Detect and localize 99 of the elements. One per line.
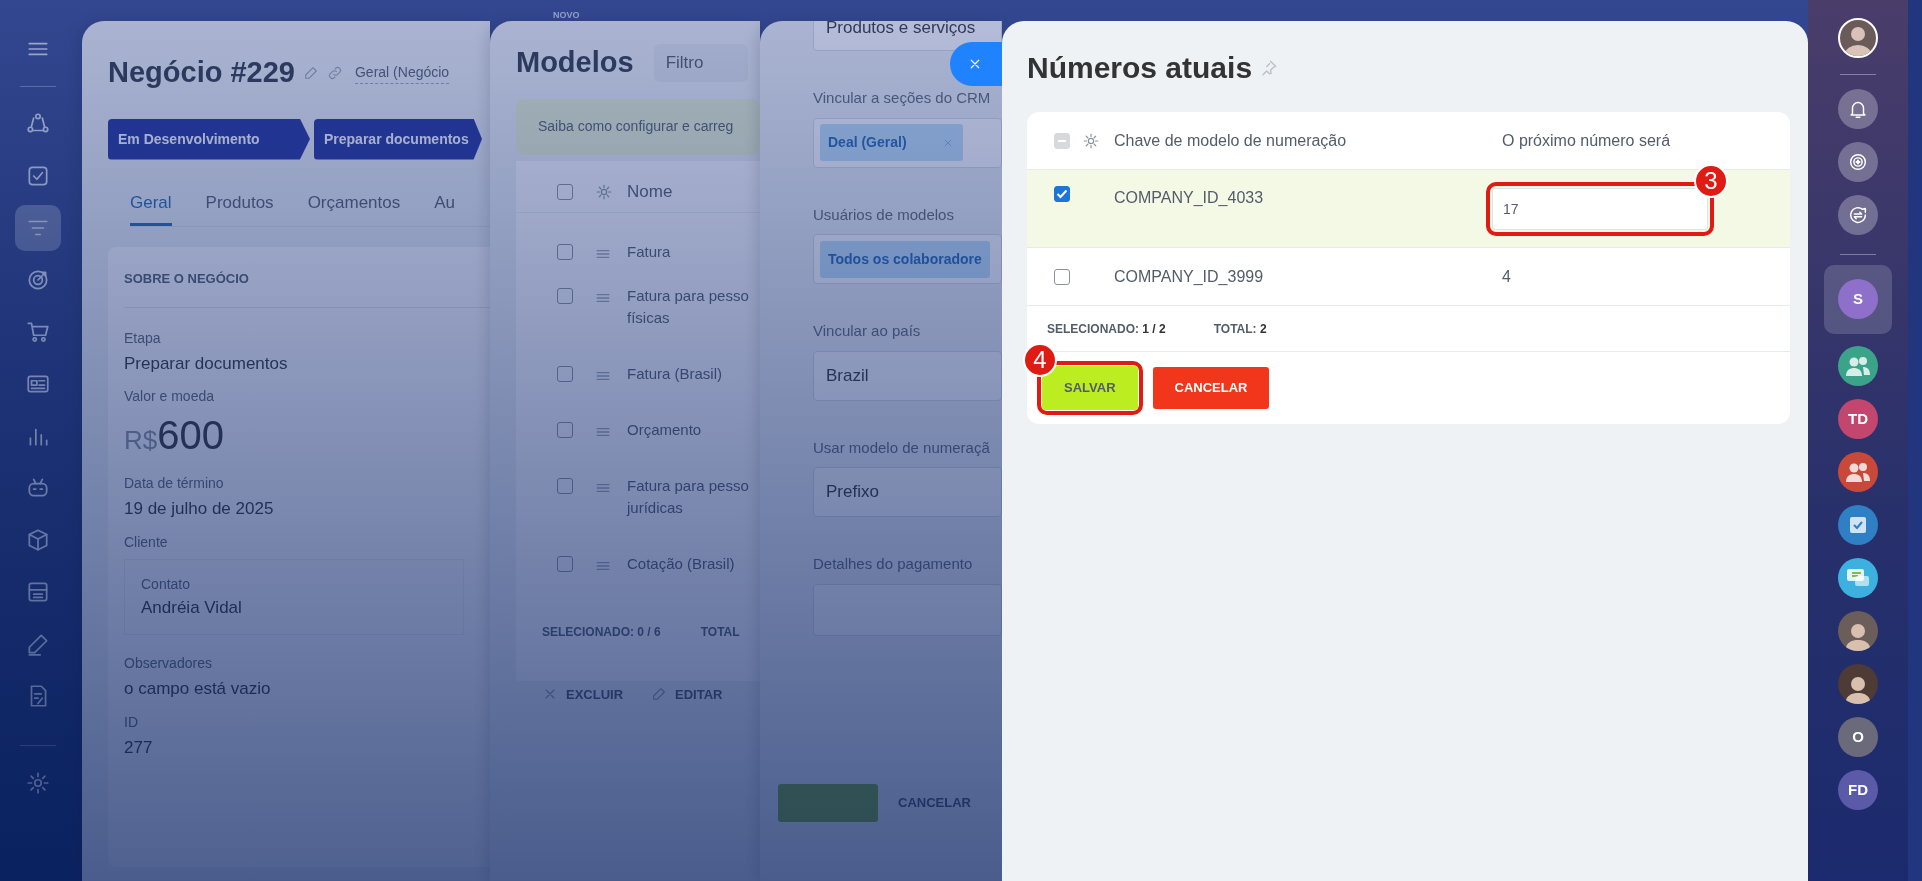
- chat-avatar[interactable]: FD: [1838, 770, 1878, 810]
- tag-field[interactable]: Todos os colaboradore: [813, 234, 1002, 284]
- selected-count: SELECIONADO: 0 / 6: [542, 623, 661, 641]
- field-label: Usuários de modelos: [813, 204, 954, 225]
- chat-avatar[interactable]: [1838, 558, 1878, 598]
- checkbox[interactable]: [557, 287, 573, 304]
- save-button[interactable]: [778, 783, 878, 822]
- checkbox[interactable]: [1054, 186, 1070, 202]
- avatar[interactable]: [1838, 664, 1878, 704]
- template-name[interactable]: Orçamento: [627, 418, 702, 441]
- column-header: Nome: [627, 181, 673, 204]
- stage-step[interactable]: Preparar documentos: [314, 118, 482, 160]
- group-icon: [1845, 461, 1871, 483]
- select-all-checkbox[interactable]: [1054, 132, 1070, 149]
- gear-icon: [595, 183, 613, 201]
- field-label: Cliente: [124, 532, 168, 552]
- tab[interactable]: Au: [434, 189, 455, 226]
- avatar[interactable]: [1838, 18, 1878, 58]
- number-field[interactable]: 17: [1492, 187, 1708, 230]
- field-label: Observadores: [124, 654, 212, 673]
- checkbox[interactable]: [1054, 268, 1070, 285]
- tab[interactable]: Geral: [130, 189, 172, 226]
- template-name[interactable]: Fatura para pesso físicas: [627, 284, 749, 329]
- chat-sync-icon: [1847, 204, 1869, 226]
- select-field[interactable]: Prefixo: [813, 467, 1002, 517]
- pencil-icon: [651, 686, 668, 703]
- field-label: Data de término: [124, 474, 224, 493]
- callout-badge: 3: [1694, 163, 1728, 198]
- field-label: Contato: [141, 574, 191, 594]
- notifications-button[interactable]: [1838, 89, 1878, 129]
- tag-field[interactable]: Deal (Geral): [813, 117, 1002, 168]
- new-label: NOVO: [553, 9, 580, 22]
- cancel-button[interactable]: CANCELAR: [1152, 367, 1270, 409]
- template-name[interactable]: Fatura (Brasil): [627, 362, 723, 385]
- checkbox[interactable]: [557, 477, 573, 494]
- field-value: 19 de julho de 2025: [124, 498, 274, 520]
- link-icon: [327, 64, 343, 81]
- chat-avatar[interactable]: [1838, 505, 1878, 545]
- contact-name[interactable]: Andréia Vidal: [141, 594, 242, 620]
- chat-avatar[interactable]: S: [1838, 279, 1878, 319]
- toolbar-button[interactable]: [1838, 142, 1878, 182]
- column-header: O próximo número será: [1502, 130, 1671, 151]
- field-value: 277: [124, 736, 153, 759]
- checkbox[interactable]: [557, 243, 573, 260]
- pin-icon: [1260, 58, 1279, 77]
- column-header: Chave de modelo de numeração: [1114, 130, 1348, 151]
- selected-count: SELECIONADO: 1 / 2: [1047, 320, 1166, 338]
- hint-text: Saiba como configurar e carreg: [538, 117, 734, 136]
- selected-chat[interactable]: S: [1824, 265, 1892, 334]
- dialog-title: Números atuais: [1027, 50, 1253, 86]
- spiral-icon: [1847, 151, 1869, 173]
- field-label: Usar modelo de numeraçã: [813, 437, 990, 458]
- panel-title: Modelos: [516, 45, 634, 80]
- checkbox[interactable]: [557, 365, 573, 382]
- field-value: o campo está vazio: [124, 678, 271, 700]
- checkbox[interactable]: [557, 421, 573, 438]
- input-field[interactable]: Produtos e serviços: [813, 21, 1002, 51]
- field-label: Etapa: [124, 328, 161, 348]
- chat-avatar[interactable]: O: [1838, 717, 1878, 757]
- checkbox[interactable]: [557, 184, 573, 200]
- field-label: ID: [124, 712, 138, 732]
- field-label: Vincular a seções do CRM: [813, 88, 991, 108]
- section-title: SOBRE O NEGÓCIO: [124, 270, 250, 288]
- pencil-icon: [303, 64, 319, 81]
- group-icon: [1845, 355, 1871, 377]
- chat-avatar[interactable]: [1838, 346, 1878, 386]
- chat-avatar[interactable]: [1838, 452, 1878, 492]
- edit-action[interactable]: EDITAR: [651, 684, 723, 704]
- total-count: TOTAL: [700, 623, 740, 641]
- stage-step[interactable]: Em Desenvolvimento: [108, 118, 310, 160]
- template-name[interactable]: Fatura: [627, 240, 671, 263]
- chat-avatar[interactable]: TD: [1838, 399, 1878, 439]
- category-link[interactable]: Geral (Negócio: [355, 61, 450, 84]
- field-value: Preparar documentos: [124, 352, 288, 375]
- callout-badge: 4: [1023, 343, 1057, 377]
- task-icon: [1848, 515, 1868, 535]
- table-cell-text: COMPANY_ID_4033: [1114, 188, 1265, 208]
- select-field[interactable]: Brazil: [813, 350, 1002, 401]
- field-label: Vincular ao país: [813, 321, 921, 341]
- checkbox[interactable]: [557, 555, 573, 572]
- table-cell-text: COMPANY_ID_3999: [1114, 266, 1265, 287]
- filter-field[interactable]: Filtro: [653, 43, 748, 82]
- delete-action[interactable]: EXCLUIR: [542, 684, 624, 704]
- tab[interactable]: Produtos: [205, 189, 274, 226]
- avatar[interactable]: [1838, 611, 1878, 651]
- total-count: TOTAL: 2: [1213, 320, 1267, 338]
- field-label: Detalhes do pagamento: [813, 554, 973, 574]
- tag[interactable]: Deal (Geral): [820, 124, 963, 161]
- tag[interactable]: Todos os colaboradore: [820, 240, 990, 278]
- gear-icon: [1082, 131, 1100, 150]
- tab[interactable]: Orçamentos: [307, 189, 401, 226]
- chat-icon: [1846, 567, 1870, 589]
- template-name[interactable]: Fatura para pesso jurídicas: [627, 474, 749, 519]
- cart-icon: [24, 319, 51, 345]
- field-label: Valor e moeda: [124, 387, 214, 406]
- template-name[interactable]: Cotação (Brasil): [627, 552, 735, 575]
- deal-title: Negócio #229: [108, 55, 295, 90]
- toolbar-button[interactable]: [1838, 195, 1878, 235]
- table-cell: 4: [1502, 267, 1511, 285]
